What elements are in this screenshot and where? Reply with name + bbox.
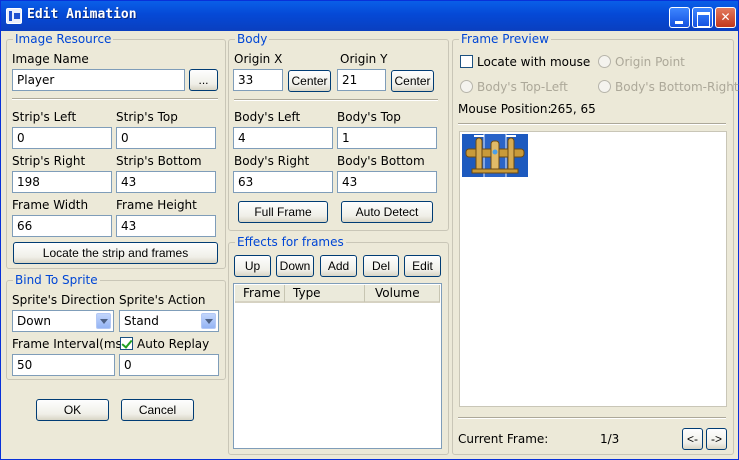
effects-table-header: Frame Type Volume xyxy=(235,285,440,303)
minimize-button[interactable] xyxy=(669,7,690,28)
next-frame-button[interactable]: -> xyxy=(706,428,727,450)
strip-bottom-input[interactable]: 43 xyxy=(116,171,216,193)
locate-with-mouse-checkbox[interactable] xyxy=(460,55,473,68)
frame-interval-label: Frame Interval(ms) xyxy=(12,337,127,351)
sprite-action-select[interactable]: Stand xyxy=(119,310,219,332)
browse-image-button[interactable]: ... xyxy=(189,69,218,91)
window-title: Edit Animation xyxy=(27,7,137,22)
body-group-label: Body xyxy=(235,32,270,46)
body-top-input[interactable]: 1 xyxy=(337,127,437,149)
sprite-direction-label: Sprite's Direction xyxy=(12,293,116,307)
full-frame-button[interactable]: Full Frame xyxy=(238,201,328,223)
auto-replay-label: Auto Replay xyxy=(137,337,210,351)
sprite-action-label: Sprite's Action xyxy=(119,293,206,307)
origin-y-input[interactable]: 21 xyxy=(337,69,386,91)
app-icon xyxy=(6,8,22,24)
ok-button[interactable]: OK xyxy=(36,399,109,421)
origin-y-label: Origin Y xyxy=(340,52,388,66)
effects-table[interactable]: Frame Type Volume xyxy=(233,283,442,449)
sprite-frame-image xyxy=(462,134,528,177)
mouse-position-label: Mouse Position: xyxy=(458,102,552,116)
center-x-button[interactable]: Center xyxy=(288,70,331,92)
frame-width-label: Frame Width xyxy=(12,198,89,212)
locate-with-mouse-label: Locate with mouse xyxy=(477,55,591,69)
effect-del-button[interactable]: Del xyxy=(363,255,399,277)
body-right-input[interactable]: 63 xyxy=(233,171,333,193)
auto-replay-input[interactable]: 0 xyxy=(119,354,219,376)
previous-frame-button[interactable]: <- xyxy=(682,428,703,450)
plane-icon xyxy=(465,134,525,177)
edit-animation-window: Edit Animation ✕ Image Resource Image Na… xyxy=(0,0,739,460)
effect-add-button[interactable]: Add xyxy=(320,255,357,277)
strip-top-input[interactable]: 0 xyxy=(116,127,216,149)
body-left-label: Body's Left xyxy=(234,110,301,124)
origin-x-input[interactable]: 33 xyxy=(233,69,283,91)
effect-up-button[interactable]: Up xyxy=(234,255,271,277)
column-header-frame[interactable]: Frame xyxy=(235,285,285,302)
origin-point-radio[interactable] xyxy=(598,55,611,68)
chevron-down-icon[interactable] xyxy=(96,313,111,329)
origin-x-label: Origin X xyxy=(234,52,283,66)
separator xyxy=(12,98,218,100)
close-button[interactable]: ✕ xyxy=(715,7,736,28)
frame-height-label: Frame Height xyxy=(116,198,197,212)
column-header-type[interactable]: Type xyxy=(285,285,365,302)
frame-width-input[interactable]: 66 xyxy=(12,215,112,237)
auto-replay-checkbox[interactable] xyxy=(120,337,133,350)
body-bottom-input[interactable]: 43 xyxy=(337,171,437,193)
body-top-left-label: Body's Top-Left xyxy=(477,80,568,94)
image-resource-group-label: Image Resource xyxy=(13,32,114,46)
strip-right-input[interactable]: 198 xyxy=(12,171,112,193)
separator xyxy=(458,123,726,125)
body-right-label: Body's Right xyxy=(234,154,310,168)
image-name-input[interactable]: Player xyxy=(12,69,185,91)
strip-top-label: Strip's Top xyxy=(116,110,178,124)
current-frame-value: 1/3 xyxy=(600,432,620,446)
separator xyxy=(458,417,726,419)
maximize-button[interactable] xyxy=(692,7,713,28)
strip-bottom-label: Strip's Bottom xyxy=(116,154,202,168)
effects-group-label: Effects for frames xyxy=(235,235,346,249)
body-top-label: Body's Top xyxy=(337,110,401,124)
effect-down-button[interactable]: Down xyxy=(276,255,314,277)
sprite-direction-value: Down xyxy=(17,314,52,328)
title-bar[interactable]: Edit Animation ✕ xyxy=(1,1,738,31)
current-frame-label: Current Frame: xyxy=(458,432,549,446)
body-bottom-right-radio[interactable] xyxy=(598,80,611,93)
body-bottom-right-label: Body's Bottom-Right xyxy=(615,80,739,94)
effect-edit-button[interactable]: Edit xyxy=(404,255,441,277)
body-bottom-label: Body's Bottom xyxy=(337,154,425,168)
sprite-direction-select[interactable]: Down xyxy=(12,310,114,332)
body-left-input[interactable]: 4 xyxy=(233,127,333,149)
strip-right-label: Strip's Right xyxy=(12,154,86,168)
chevron-down-icon[interactable] xyxy=(201,313,216,329)
frame-interval-input[interactable]: 50 xyxy=(12,354,115,376)
strip-left-label: Strip's Left xyxy=(12,110,77,124)
column-header-volume[interactable]: Volume xyxy=(365,285,440,302)
auto-detect-button[interactable]: Auto Detect xyxy=(341,201,433,223)
locate-strip-button[interactable]: Locate the strip and frames xyxy=(13,242,218,264)
frame-preview-canvas[interactable] xyxy=(459,131,727,407)
bind-to-sprite-group-label: Bind To Sprite xyxy=(13,273,100,287)
frame-height-input[interactable]: 43 xyxy=(116,215,216,237)
center-y-button[interactable]: Center xyxy=(391,70,434,92)
image-name-label: Image Name xyxy=(12,52,89,66)
cancel-button[interactable]: Cancel xyxy=(121,399,194,421)
strip-left-input[interactable]: 0 xyxy=(12,127,112,149)
frame-preview-group-label: Frame Preview xyxy=(459,32,551,46)
body-top-left-radio[interactable] xyxy=(460,80,473,93)
mouse-position-value: 265, 65 xyxy=(550,102,596,116)
separator xyxy=(234,99,438,101)
origin-point-label: Origin Point xyxy=(615,55,685,69)
sprite-action-value: Stand xyxy=(124,314,159,328)
